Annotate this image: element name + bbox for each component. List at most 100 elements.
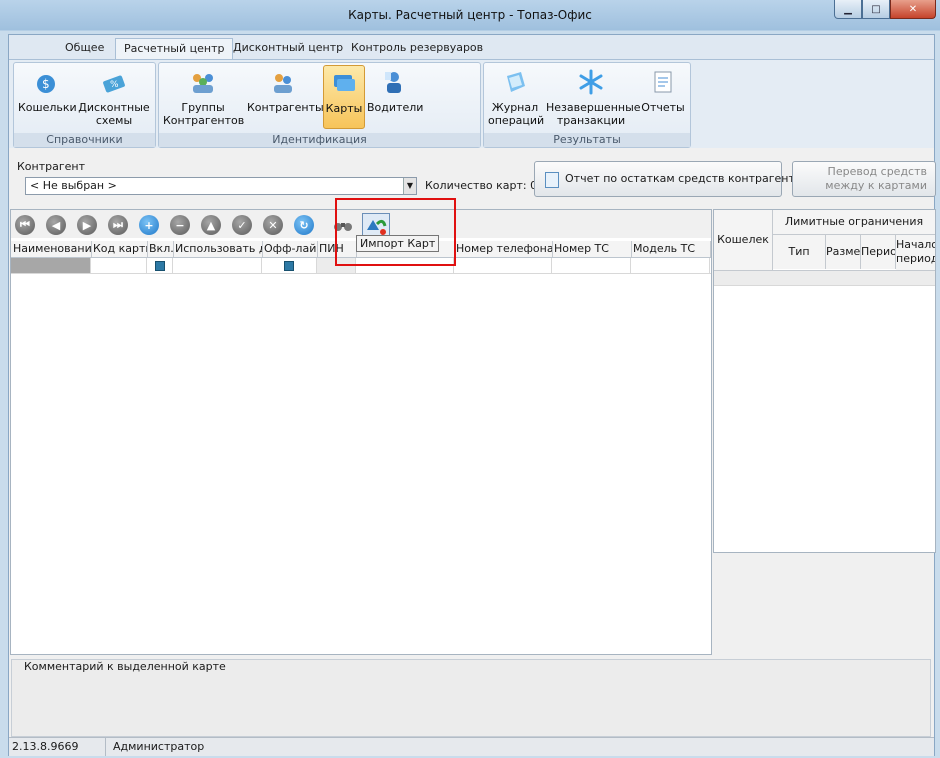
contractor-groups-label: Группы Контрагентов: [163, 101, 245, 127]
balance-report-label: Отчет по остаткам средств контрагента: [565, 172, 802, 185]
reports-label: Отчеты: [641, 101, 685, 114]
discount-schemes-label: Дисконтные схемы: [78, 101, 150, 127]
window-title: Карты. Расчетный центр - Топаз-Офис: [348, 8, 592, 22]
group-references: $ Кошельки % Дисконтные схемы Справочник…: [13, 62, 156, 148]
wallets-label: Кошельки: [18, 101, 77, 114]
col-vehicle-number[interactable]: Номер ТС: [552, 241, 632, 257]
contractors-icon: [274, 74, 292, 93]
col-limit-size[interactable]: Размер: [826, 235, 861, 269]
status-bar: 2.13.8.9669 Администратор: [9, 737, 934, 756]
cards-grid: ⏮ ◀ ▶ ⏭ + − ▲ ✓ ✕ ↻ Наименование Код кар: [10, 209, 712, 655]
journal-icon: [507, 72, 525, 92]
contractor-groups-button[interactable]: Группы Контрагентов: [163, 65, 245, 127]
vehicle-model-cell[interactable]: [631, 258, 710, 273]
col-period-start[interactable]: Начало периода: [896, 235, 935, 272]
balance-report-button[interactable]: Отчет по остаткам средств контрагента: [534, 161, 802, 197]
drivers-button[interactable]: Водители: [367, 65, 424, 127]
cards-count: Количество карт: 0: [425, 179, 538, 192]
report-doc-icon: [545, 172, 559, 188]
col-phone[interactable]: Номер телефона: [454, 241, 553, 257]
user-text: Администратор: [113, 740, 205, 753]
contractor-groups-icon: [193, 74, 213, 93]
col-limit-type[interactable]: Тип: [773, 235, 826, 269]
col-valid-until[interactable]: Использовать до: [173, 241, 263, 257]
first-record-icon[interactable]: ⏮: [15, 215, 35, 235]
group-results: Журнал операций Незавершенные транзакции…: [483, 62, 691, 148]
group-caption-results: Результаты: [484, 133, 690, 147]
valid-until-cell[interactable]: [173, 258, 262, 273]
transfer-funds-button[interactable]: Перевод средств между к картами: [792, 161, 936, 197]
discount-icon: %: [103, 75, 125, 93]
contractor-label: Контрагент: [17, 160, 86, 173]
cards-button[interactable]: Карты: [323, 65, 365, 129]
maximize-button[interactable]: □: [862, 0, 890, 19]
tab-general[interactable]: Общее: [57, 38, 112, 58]
col-enabled[interactable]: Вкл.: [147, 241, 174, 257]
limits-grid: Кошелек Лимитные ограничения Тип Размер …: [713, 209, 936, 553]
ribbon-tabs: Общее Расчетный центр Дисконтный центр К…: [9, 35, 934, 60]
contractor-select-value: < Не выбран >: [30, 179, 117, 192]
contractors-button[interactable]: Контрагенты: [247, 65, 324, 127]
refresh-icon[interactable]: ↻: [294, 215, 314, 235]
group-caption-references: Справочники: [14, 133, 155, 147]
tab-discount-center[interactable]: Дисконтный центр: [225, 38, 351, 58]
contractor-select[interactable]: < Не выбран > ▼: [25, 177, 417, 195]
card-code-cell[interactable]: [91, 258, 147, 273]
edit-icon[interactable]: ▲: [201, 215, 221, 235]
ribbon: $ Кошельки % Дисконтные схемы Справочник…: [9, 60, 934, 148]
svg-text:%: %: [110, 80, 119, 90]
minimize-button[interactable]: ▁: [834, 0, 862, 19]
close-button[interactable]: ✕: [890, 0, 936, 19]
limits-title: Лимитные ограничения: [773, 210, 935, 235]
col-vehicle-model[interactable]: Модель ТС: [631, 241, 711, 257]
title-bar: Карты. Расчетный центр - Топаз-Офис ▁ □ …: [0, 0, 940, 30]
tab-settlement-center[interactable]: Расчетный центр: [115, 38, 234, 59]
phone-cell[interactable]: [454, 258, 552, 273]
vehicle-number-cell[interactable]: [552, 258, 631, 273]
row-selector-cell[interactable]: [11, 258, 91, 273]
cancel-icon[interactable]: ✕: [263, 215, 283, 235]
snowflake-icon: [579, 69, 603, 95]
chevron-down-icon[interactable]: ▼: [403, 178, 416, 194]
col-offline[interactable]: Офф-лайн: [262, 241, 318, 257]
tab-tank-control[interactable]: Контроль резервуаров: [343, 38, 491, 58]
contractors-label: Контрагенты: [247, 101, 324, 114]
highlight-frame: [335, 198, 456, 266]
svg-text:$: $: [42, 77, 50, 91]
last-record-icon[interactable]: ⏭: [108, 215, 128, 235]
comment-panel: Комментарий к выделенной карте: [11, 659, 931, 737]
col-limit-period[interactable]: Период: [861, 235, 896, 269]
offline-cell[interactable]: [262, 258, 317, 273]
add-icon[interactable]: +: [139, 215, 159, 235]
limits-row[interactable]: [714, 270, 935, 286]
offline-checkbox[interactable]: [284, 261, 294, 271]
discount-schemes-button[interactable]: % Дисконтные схемы: [78, 65, 150, 127]
wallet-header[interactable]: Кошелек: [714, 210, 773, 270]
post-icon[interactable]: ✓: [232, 215, 252, 235]
col-card-code[interactable]: Код карты: [91, 241, 148, 257]
reports-button[interactable]: Отчеты: [640, 65, 686, 127]
version-text: 2.13.8.9669: [12, 740, 79, 753]
group-identification: Группы Контрагентов Контрагенты Карты Во…: [158, 62, 481, 148]
operations-journal-button[interactable]: Журнал операций: [488, 65, 545, 127]
operations-journal-label: Журнал операций: [488, 101, 545, 127]
cards-icon: [334, 75, 355, 91]
enabled-checkbox[interactable]: [155, 261, 165, 271]
col-name[interactable]: Наименование: [11, 241, 92, 257]
wallets-button[interactable]: $ Кошельки: [18, 65, 77, 127]
wallet-icon: $: [37, 75, 55, 93]
next-record-icon[interactable]: ▶: [77, 215, 97, 235]
app-window: Карты. Расчетный центр - Топаз-Офис ▁ □ …: [0, 0, 940, 758]
group-caption-identification: Идентификация: [159, 133, 480, 147]
enabled-cell[interactable]: [147, 258, 173, 273]
delete-icon[interactable]: −: [170, 215, 190, 235]
transfer-funds-label: Перевод средств между к картами: [825, 165, 927, 192]
driver-icon: [385, 72, 401, 93]
comment-label: Комментарий к выделенной карте: [24, 660, 226, 673]
incomplete-transactions-label: Незавершенные транзакции: [546, 101, 641, 127]
incomplete-transactions-button[interactable]: Незавершенные транзакции: [546, 65, 641, 127]
client-area: Общее Расчетный центр Дисконтный центр К…: [8, 34, 936, 756]
prev-record-icon[interactable]: ◀: [46, 215, 66, 235]
cards-label: Карты: [325, 102, 363, 115]
drivers-label: Водители: [367, 101, 424, 114]
